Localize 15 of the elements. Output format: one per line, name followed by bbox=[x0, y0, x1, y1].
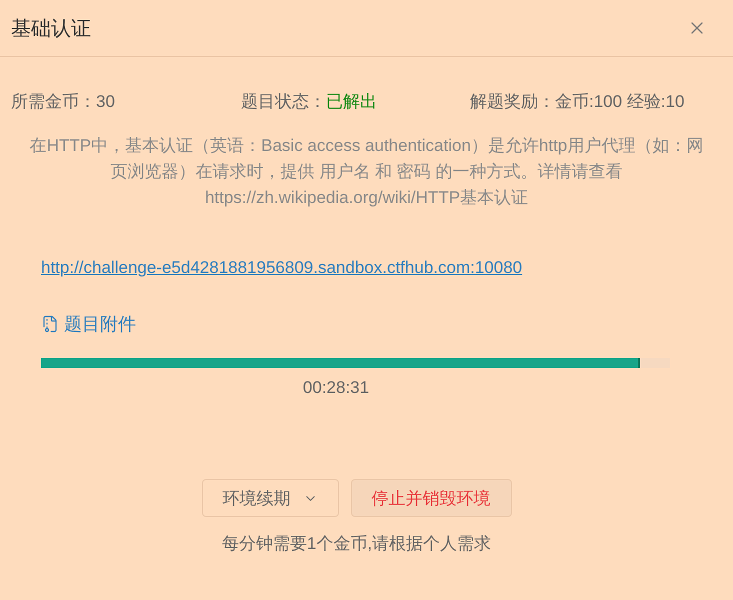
destroy-button[interactable]: 停止并销毁环境 bbox=[350, 479, 512, 517]
attachment-link[interactable]: 题目附件 bbox=[41, 313, 136, 335]
status-value: 已解出 bbox=[326, 91, 377, 113]
dialog-title: 基础认证 bbox=[11, 16, 91, 42]
stat-label: 所需金币： bbox=[11, 91, 96, 113]
stat-value: 30 bbox=[96, 91, 115, 113]
stat-value: 金币:100 经验:10 bbox=[555, 91, 684, 113]
note-text: 每分钟需要1个金币,请根据个人需求 bbox=[222, 533, 492, 555]
description-text: 在HTTP中，基本认证（英语：Basic access authentication）是允许http用户代理（如：网页浏览器）在请求时，提供 用户名 和 密码 的一种方式。详情请查看https://zh.wikipedia.org/wiki/HTTP基本认证 bbox=[28, 135, 704, 209]
renew-dropdown-button[interactable]: 环境续期 bbox=[202, 479, 338, 517]
stat-label: 题目状态： bbox=[241, 91, 326, 113]
file-icon bbox=[41, 315, 59, 333]
timer-text: 00:28:31 bbox=[302, 377, 370, 399]
stat-label: 解题奖励： bbox=[470, 91, 555, 113]
challenge-link[interactable]: http://challenge-e5d4281881956809.sandbox.ctfhub.com:10080 bbox=[41, 257, 522, 279]
